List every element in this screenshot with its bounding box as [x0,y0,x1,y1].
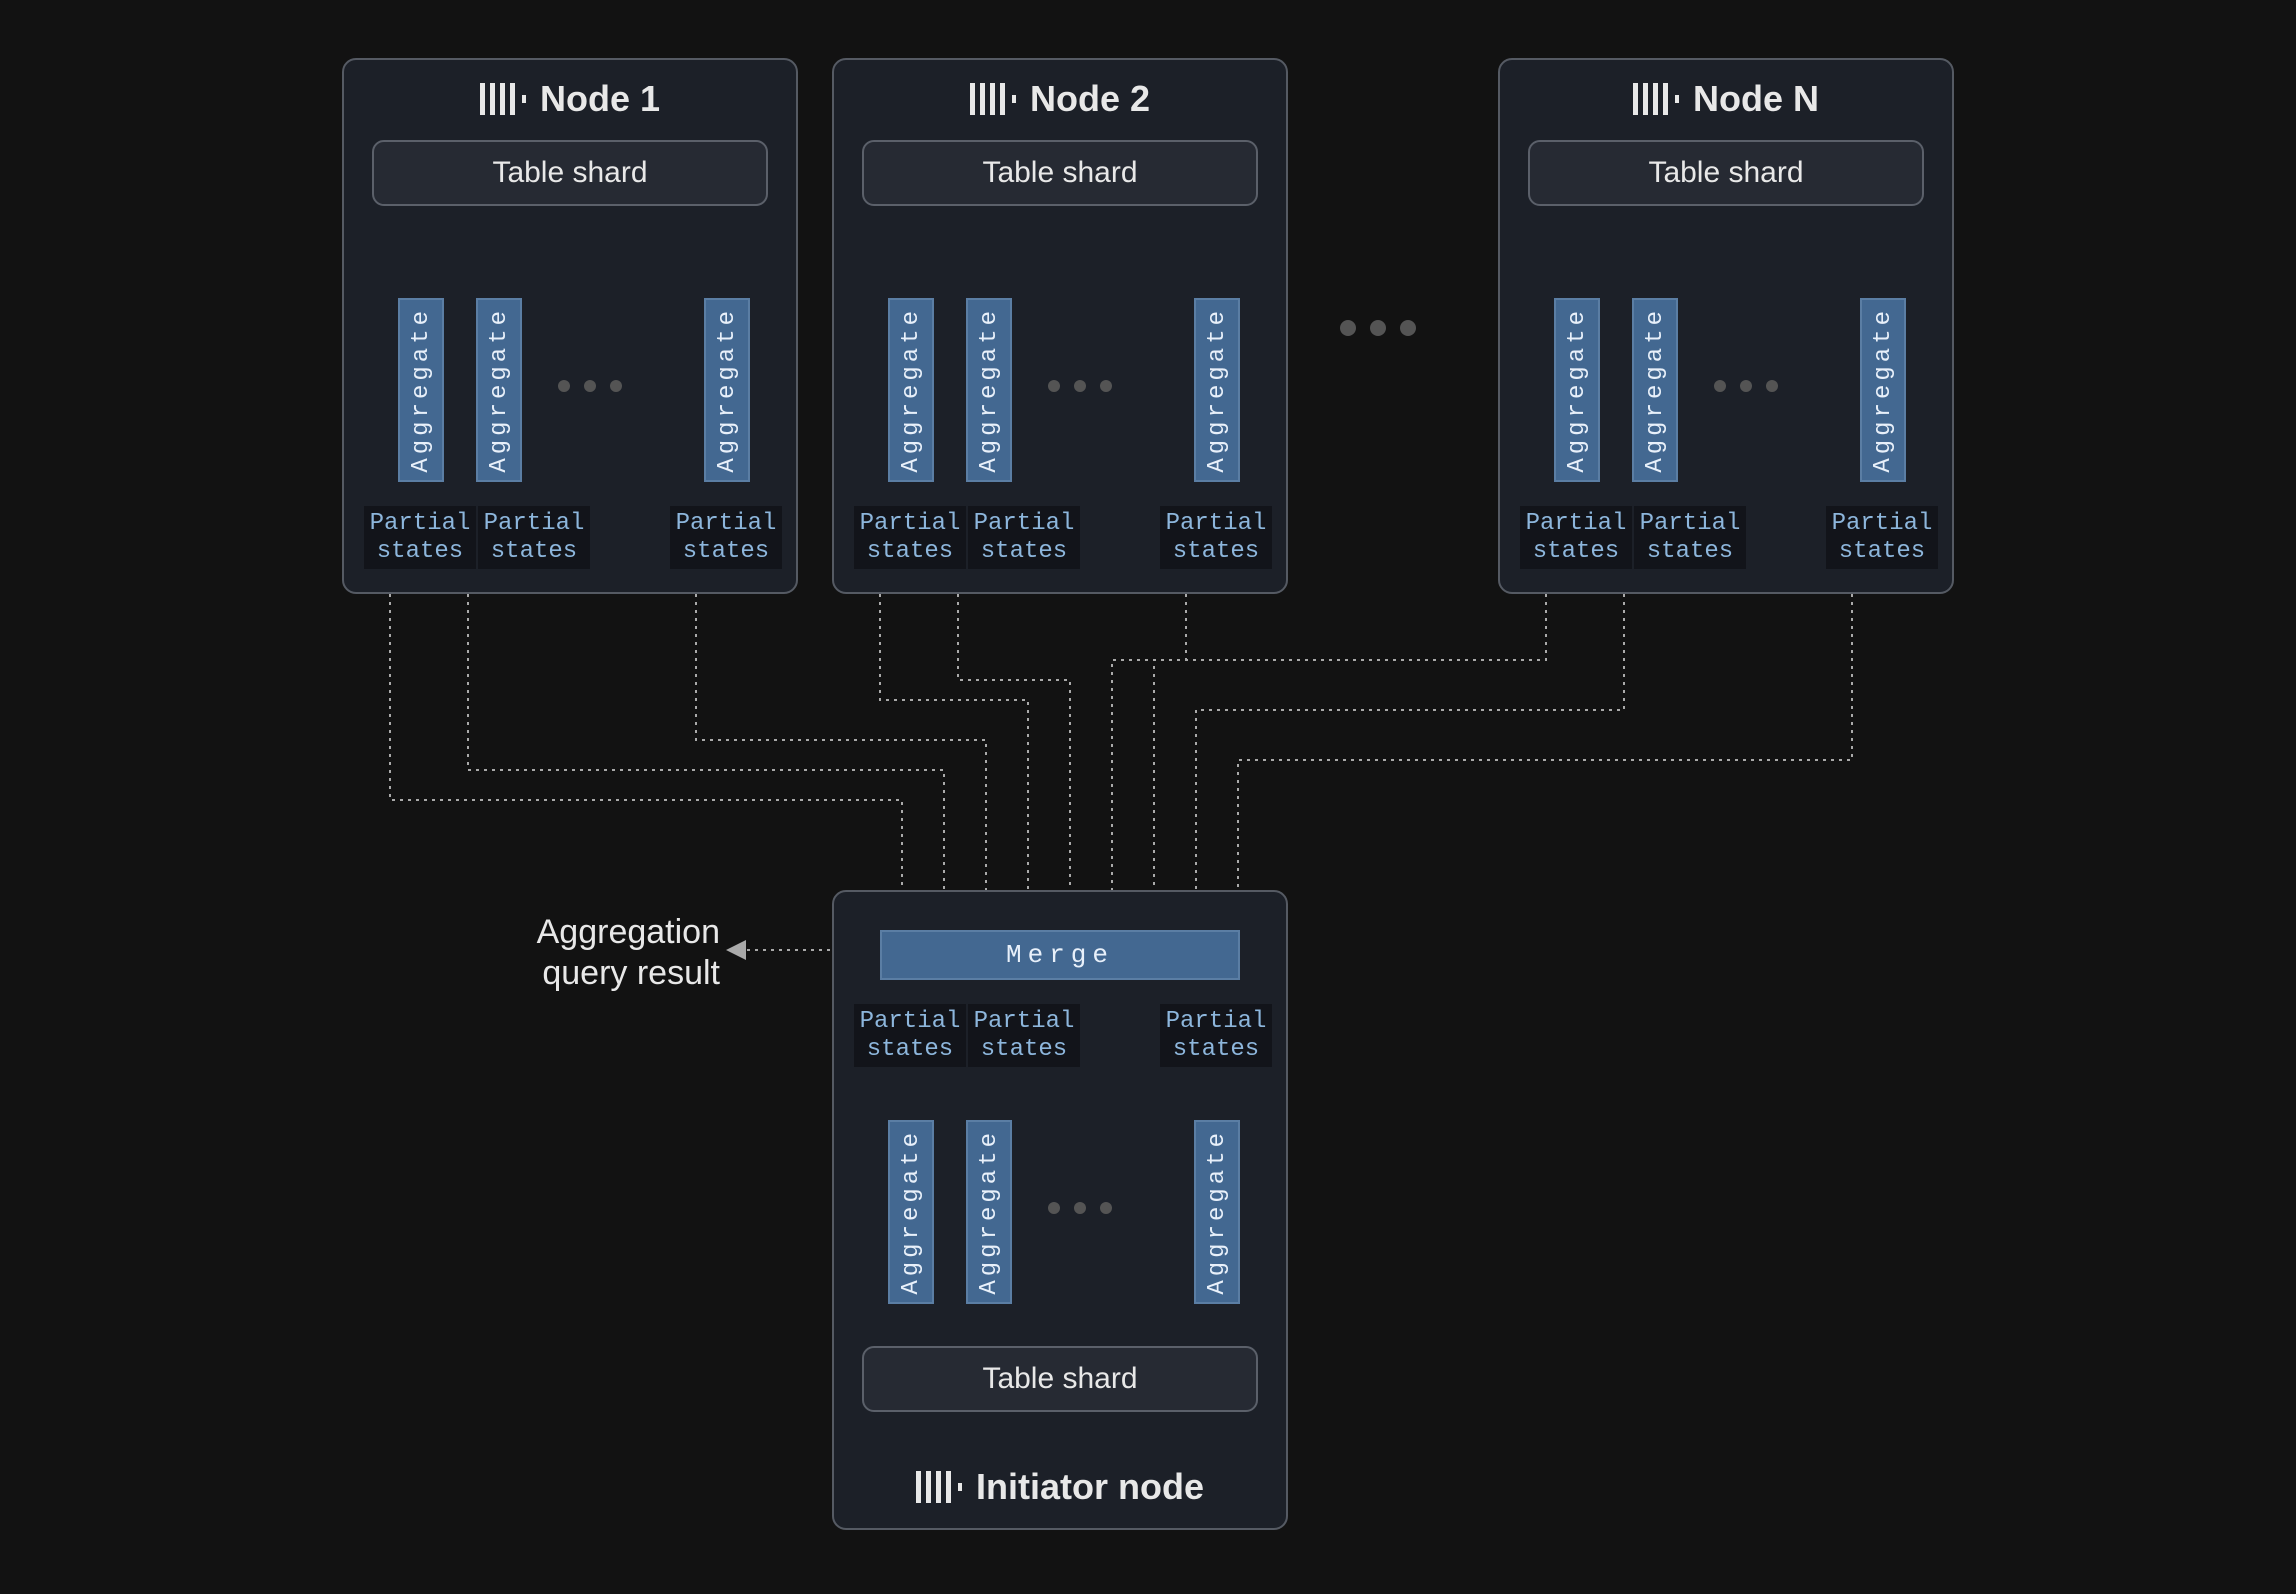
partial-states-label: Partialstates [1634,506,1746,569]
node-title: Node 2 [834,78,1286,120]
merge-box: Merge [880,930,1240,980]
aggregate-row: Aggregate Aggregate Aggregate [862,298,1258,498]
aggregate-row: Aggregate Aggregate Aggregate [1528,298,1924,498]
aggregate-text: Aggregate [1204,1129,1231,1295]
table-shard: Table shard [862,1346,1258,1412]
partial-states-row: Partialstates Partialstates Partialstate… [862,506,1258,576]
aggregate-text: Aggregate [486,307,513,473]
partial-states-label: Partialstates [1826,506,1938,569]
table-shard-label: Table shard [982,1362,1137,1396]
initiator-node-card: Merge Partialstates Partialstates Partia… [832,890,1288,1530]
table-shard: Table shard [862,140,1258,206]
initiator-title-text: Initiator node [976,1466,1204,1508]
aggregate-box: Aggregate [966,298,1012,482]
ellipsis-icon [1714,380,1778,392]
ellipsis-icon [558,380,622,392]
table-shard-label: Table shard [982,156,1137,190]
table-shard: Table shard [1528,140,1924,206]
table-shard-label: Table shard [1648,156,1803,190]
ellipsis-icon [1340,320,1416,336]
partial-states-label: Partialstates [968,506,1080,569]
bars-icon [480,83,526,115]
partial-states-label: Partialstates [478,506,590,569]
partial-states-row: Partialstates Partialstates Partialstate… [862,1004,1258,1074]
partial-states-label: Partialstates [1160,1004,1272,1067]
initiator-title: Initiator node [834,1466,1286,1508]
aggregate-box: Aggregate [1632,298,1678,482]
node-title-text: Node N [1693,78,1819,120]
aggregate-row: Aggregate Aggregate Aggregate [862,1120,1258,1320]
table-shard-label: Table shard [492,156,647,190]
aggregate-box: Aggregate [398,298,444,482]
aggregate-text: Aggregate [1564,307,1591,473]
aggregate-box: Aggregate [476,298,522,482]
node-card-2: Node 2 Table shard Aggregate Aggregate A… [832,58,1288,594]
aggregate-text: Aggregate [898,307,925,473]
result-line2: query result [430,953,720,994]
aggregate-box: Aggregate [966,1120,1012,1304]
diagram-stage: Node 1 Table shard Aggregate Aggregate A… [0,0,2296,1594]
ellipsis-icon [1048,380,1112,392]
result-label: Aggregation query result [430,912,720,994]
node-title-text: Node 2 [1030,78,1150,120]
node-title-text: Node 1 [540,78,660,120]
partial-states-label: Partialstates [1160,506,1272,569]
aggregate-text: Aggregate [408,307,435,473]
aggregate-text: Aggregate [976,307,1003,473]
partial-states-label: Partialstates [1520,506,1632,569]
aggregate-box: Aggregate [704,298,750,482]
aggregate-box: Aggregate [888,298,934,482]
node-card-1: Node 1 Table shard Aggregate Aggregate A… [342,58,798,594]
aggregate-box: Aggregate [1554,298,1600,482]
result-line1: Aggregation [430,912,720,953]
node-card-n: Node N Table shard Aggregate Aggregate A… [1498,58,1954,594]
bars-icon [970,83,1016,115]
aggregate-box: Aggregate [1860,298,1906,482]
aggregate-text: Aggregate [1870,307,1897,473]
aggregate-text: Aggregate [1204,307,1231,473]
bars-icon [1633,83,1679,115]
aggregate-box: Aggregate [1194,1120,1240,1304]
partial-states-label: Partialstates [364,506,476,569]
partial-states-row: Partialstates Partialstates Partialstate… [372,506,768,576]
partial-states-label: Partialstates [670,506,782,569]
ellipsis-icon [1048,1202,1112,1214]
partial-states-label: Partialstates [854,1004,966,1067]
aggregate-text: Aggregate [714,307,741,473]
bars-icon [916,1471,962,1503]
partial-states-label: Partialstates [854,506,966,569]
table-shard: Table shard [372,140,768,206]
node-title: Node 1 [344,78,796,120]
node-title: Node N [1500,78,1952,120]
aggregate-box: Aggregate [888,1120,934,1304]
aggregate-row: Aggregate Aggregate Aggregate [372,298,768,498]
partial-states-label: Partialstates [968,1004,1080,1067]
aggregate-text: Aggregate [898,1129,925,1295]
partial-states-row: Partialstates Partialstates Partialstate… [1528,506,1924,576]
merge-text: Merge [1006,940,1114,970]
aggregate-text: Aggregate [976,1129,1003,1295]
aggregate-text: Aggregate [1642,307,1669,473]
aggregate-box: Aggregate [1194,298,1240,482]
